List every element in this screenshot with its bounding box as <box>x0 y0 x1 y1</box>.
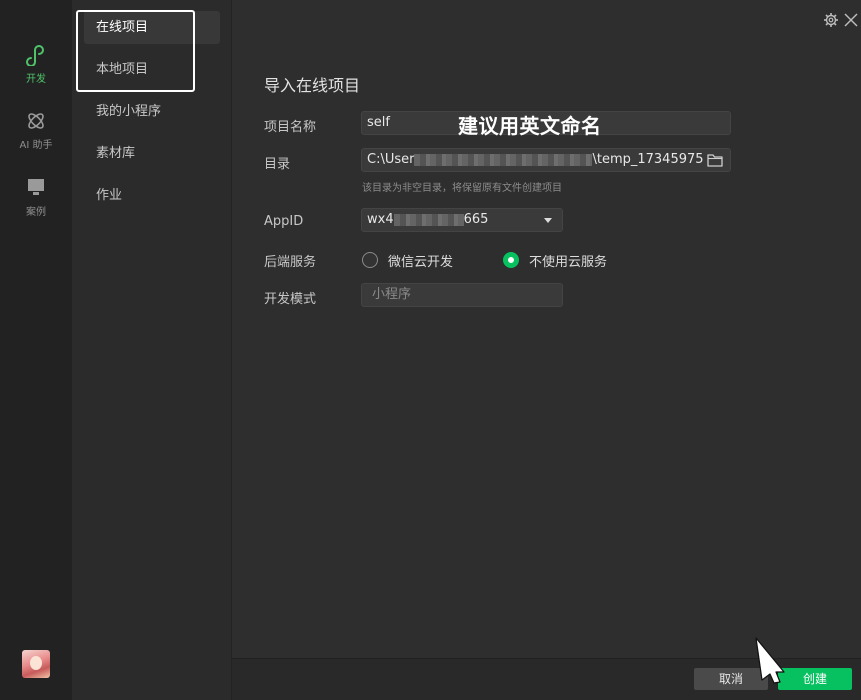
rail-item-label: 开发 <box>26 74 46 85</box>
form-title: 导入在线项目 <box>264 76 361 95</box>
directory-input[interactable]: C:\User \temp_17345975 <box>361 148 731 172</box>
cancel-button[interactable]: 取消 <box>694 668 768 690</box>
redacted-path <box>414 153 593 166</box>
appid-label: AppID <box>264 214 304 229</box>
cases-icon <box>28 179 44 195</box>
radio-no-cloud-label[interactable]: 不使用云服务 <box>529 251 607 270</box>
nav-item-my-mini-programs[interactable]: 我的小程序 <box>84 95 220 128</box>
gear-icon[interactable] <box>823 12 839 28</box>
project-type-nav: 在线项目 本地项目 我的小程序 素材库 作业 <box>72 0 232 700</box>
rail-item-label: AI 助手 <box>19 140 53 151</box>
folder-icon[interactable] <box>707 153 723 167</box>
radio-wechat-cloud[interactable] <box>362 252 378 268</box>
directory-suffix: \temp_17345975 <box>592 152 704 167</box>
dev-mode-label: 开发模式 <box>264 292 317 307</box>
avatar[interactable] <box>22 650 50 678</box>
close-icon[interactable] <box>843 12 859 28</box>
directory-prefix: C:\User <box>367 152 415 167</box>
rail-item-ai-assistant[interactable]: AI 助手 <box>0 110 72 151</box>
ai-assistant-icon <box>28 113 44 129</box>
nav-item-online-projects[interactable]: 在线项目 <box>84 11 220 44</box>
directory-label: 目录 <box>264 157 291 172</box>
rail-item-cases[interactable]: 案例 <box>0 177 72 218</box>
create-button[interactable]: 创建 <box>778 668 852 690</box>
appid-suffix: 665 <box>463 212 489 227</box>
backend-label: 后端服务 <box>264 255 317 270</box>
directory-hint: 该目录为非空目录，将保留原有文件创建项目 <box>362 183 562 194</box>
nav-item-asset-library[interactable]: 素材库 <box>84 137 220 170</box>
chevron-down-icon <box>544 218 552 223</box>
radio-no-cloud[interactable] <box>503 252 519 268</box>
rail-item-develop[interactable]: 开发 <box>0 44 72 85</box>
main-panel <box>232 0 861 658</box>
dev-mode-field: 小程序 <box>361 283 563 307</box>
nav-item-local-projects[interactable]: 本地项目 <box>84 53 220 86</box>
mini-program-icon <box>26 45 44 66</box>
appid-prefix: wx4 <box>367 212 394 227</box>
nav-item-assignments[interactable]: 作业 <box>84 179 220 212</box>
activity-rail: 开发 AI 助手 案例 <box>0 0 72 700</box>
rail-item-label: 案例 <box>26 207 46 218</box>
radio-wechat-cloud-label[interactable]: 微信云开发 <box>388 251 453 270</box>
project-name-label: 项目名称 <box>264 120 317 135</box>
appid-select[interactable]: wx4 665 <box>361 208 563 232</box>
annotation-note: 建议用英文命名 <box>458 114 602 138</box>
redacted-appid <box>393 213 464 226</box>
